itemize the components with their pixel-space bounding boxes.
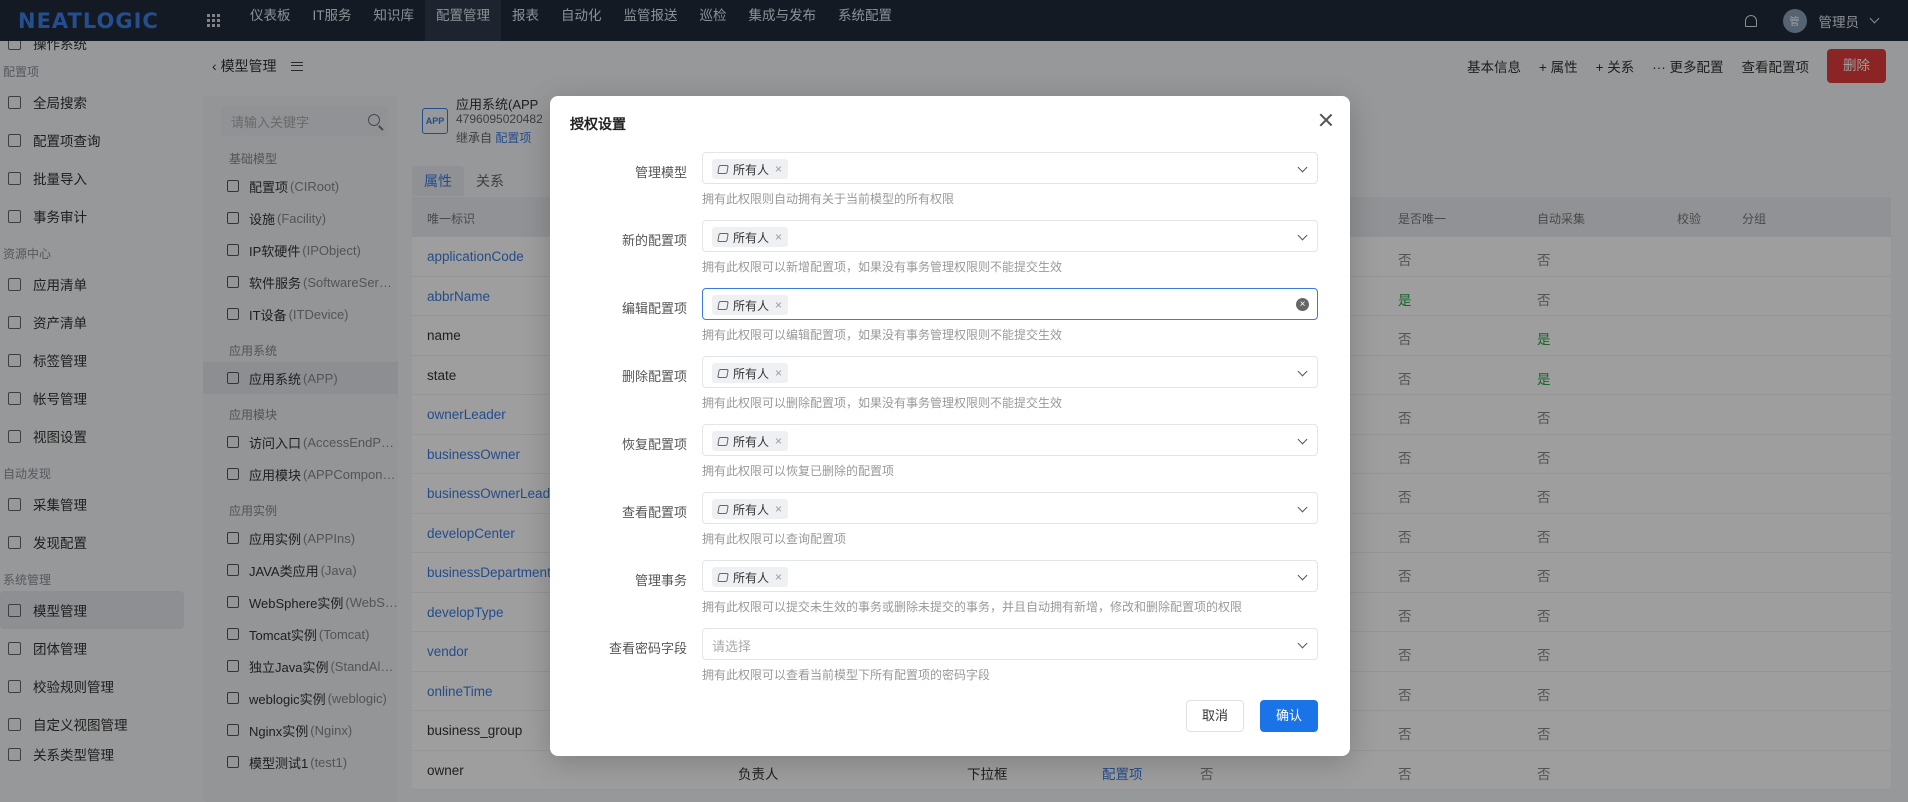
tag-label: 所有人 xyxy=(733,366,770,381)
select-placeholder: 请选择 xyxy=(712,639,752,654)
permission-select[interactable]: 所有人 × × xyxy=(702,288,1318,320)
user-tag: 所有人 × xyxy=(712,295,789,315)
tag-label: 所有人 xyxy=(733,502,770,517)
group-icon xyxy=(717,164,729,174)
permission-select[interactable]: 所有人 × xyxy=(702,356,1318,388)
field-help-text: 拥有此权限可以编辑配置项，如果没有事务管理权限则不能提交生效 xyxy=(702,328,1063,342)
field-label: 查看密码字段 xyxy=(608,641,687,656)
field-label: 查看配置项 xyxy=(621,505,687,520)
permission-field: 删除配置项 所有人 × 拥有此权限可以删除配置项，如果没有事务管理权限则不能提交生效 xyxy=(550,356,1350,424)
field-help-text: 拥有此权限可以删除配置项，如果没有事务管理权限则不能提交生效 xyxy=(702,396,1063,410)
user-tag: 所有人 × xyxy=(712,227,789,247)
cancel-button[interactable]: 取消 xyxy=(1186,700,1244,732)
permission-field: 管理模型 所有人 × 拥有此权限则自动拥有关于当前模型的所有权限 xyxy=(550,152,1350,220)
chevron-down-icon[interactable] xyxy=(1297,638,1308,649)
user-tag: 所有人 × xyxy=(712,499,789,519)
clear-icon[interactable]: × xyxy=(1296,298,1309,311)
user-tag: 所有人 × xyxy=(712,431,789,451)
permission-select[interactable]: 所有人 × xyxy=(702,492,1318,524)
permission-field: 新的配置项 所有人 × 拥有此权限可以新增配置项，如果没有事务管理权限则不能提交生效 xyxy=(550,220,1350,288)
chevron-down-icon[interactable] xyxy=(1297,366,1308,377)
tag-label: 所有人 xyxy=(733,570,770,585)
permission-field: 查看密码字段 请选择拥有此权限可以查看当前模型下所有配置项的密码字段 xyxy=(550,628,1350,696)
tag-label: 所有人 xyxy=(733,298,770,313)
group-icon xyxy=(717,232,729,242)
chevron-down-icon[interactable] xyxy=(1297,162,1308,173)
field-help-text: 拥有此权限则自动拥有关于当前模型的所有权限 xyxy=(702,192,955,206)
field-label: 管理模型 xyxy=(634,165,687,180)
field-help-text: 拥有此权限可以恢复已删除的配置项 xyxy=(702,464,895,478)
permission-field: 查看配置项 所有人 × 拥有此权限可以查询配置项 xyxy=(550,492,1350,560)
tag-label: 所有人 xyxy=(733,434,770,449)
chevron-down-icon[interactable] xyxy=(1297,570,1308,581)
group-icon xyxy=(717,572,729,582)
auth-settings-dialog: 授权设置 取消 确认 管理模型 所有人 × 拥有此权限则自动拥有关于当前模型的所有权限… xyxy=(550,96,1350,756)
chevron-down-icon[interactable] xyxy=(1297,230,1308,241)
tag-remove-icon[interactable]: × xyxy=(775,502,782,516)
permission-select[interactable]: 所有人 × xyxy=(702,560,1318,592)
field-help-text: 拥有此权限可以查询配置项 xyxy=(702,532,847,546)
tag-remove-icon[interactable]: × xyxy=(775,230,782,244)
group-icon xyxy=(717,368,729,378)
field-label: 删除配置项 xyxy=(621,369,687,384)
user-tag: 所有人 × xyxy=(712,159,789,179)
permission-select[interactable]: 所有人 × xyxy=(702,220,1318,252)
tag-remove-icon[interactable]: × xyxy=(775,162,782,176)
tag-label: 所有人 xyxy=(733,230,770,245)
field-label: 编辑配置项 xyxy=(621,301,687,316)
tag-remove-icon[interactable]: × xyxy=(775,434,782,448)
permission-select[interactable]: 所有人 × xyxy=(702,424,1318,456)
chevron-down-icon[interactable] xyxy=(1297,502,1308,513)
group-icon xyxy=(717,300,729,310)
permission-select[interactable]: 所有人 × xyxy=(702,152,1318,184)
chevron-down-icon[interactable] xyxy=(1297,434,1308,445)
tag-label: 所有人 xyxy=(733,162,770,177)
user-tag: 所有人 × xyxy=(712,567,789,587)
group-icon xyxy=(717,504,729,514)
field-help-text: 拥有此权限可以提交未生效的事务或删除未提交的事务，并且自动拥有新增，修改和删除配… xyxy=(702,600,1243,614)
field-help-text: 拥有此权限可以查看当前模型下所有配置项的密码字段 xyxy=(702,668,991,682)
tag-remove-icon[interactable]: × xyxy=(775,298,782,312)
permission-field: 恢复配置项 所有人 × 拥有此权限可以恢复已删除的配置项 xyxy=(550,424,1350,492)
permission-field: 编辑配置项 所有人 × × 拥有此权限可以编辑配置项，如果没有事务管理权限则不能提交生效 xyxy=(550,288,1350,356)
permission-field: 管理事务 所有人 × 拥有此权限可以提交未生效的事务或删除未提交的事务，并且自动拥有新… xyxy=(550,560,1350,628)
user-tag: 所有人 × xyxy=(712,363,789,383)
permission-select[interactable]: 请选择 xyxy=(702,628,1318,660)
confirm-button[interactable]: 确认 xyxy=(1260,700,1318,732)
field-help-text: 拥有此权限可以新增配置项，如果没有事务管理权限则不能提交生效 xyxy=(702,260,1063,274)
group-icon xyxy=(717,436,729,446)
close-icon[interactable] xyxy=(1318,112,1334,128)
field-label: 管理事务 xyxy=(634,573,687,588)
tag-remove-icon[interactable]: × xyxy=(775,366,782,380)
field-label: 新的配置项 xyxy=(621,233,687,248)
field-label: 恢复配置项 xyxy=(621,437,687,452)
dialog-title: 授权设置 xyxy=(570,116,626,132)
tag-remove-icon[interactable]: × xyxy=(775,570,782,584)
